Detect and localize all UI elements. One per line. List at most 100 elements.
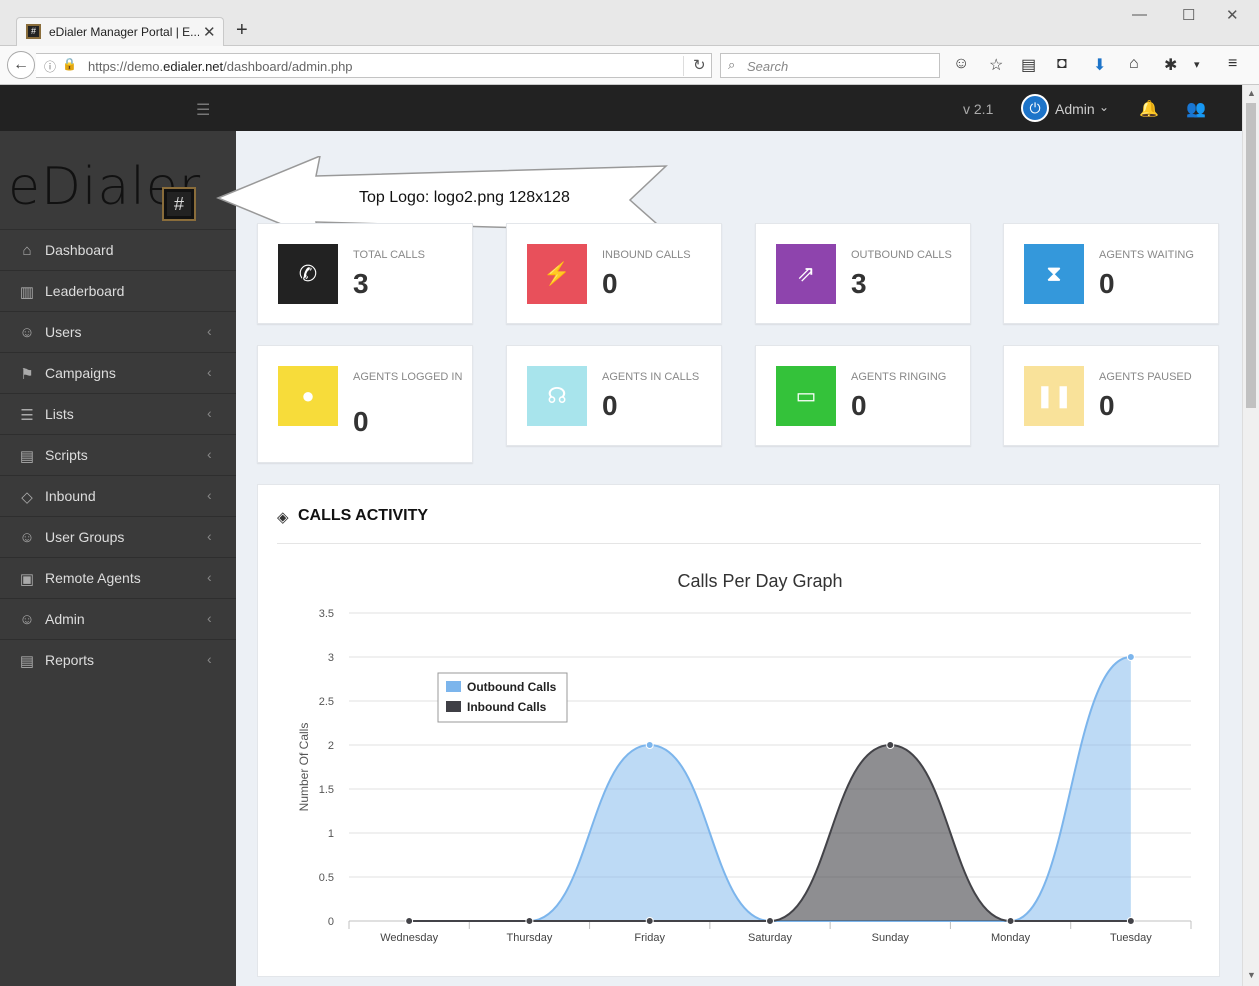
sidebar-item-inbound[interactable]: ◇ Inbound ‹ xyxy=(0,475,236,516)
chevron-left-icon: ‹ xyxy=(207,487,212,503)
download-icon[interactable]: ⬇ xyxy=(1093,55,1106,75)
external-link-icon: ⇗ xyxy=(776,244,836,304)
headset-icon: ☊ xyxy=(527,366,587,426)
sidebar-item-label: Reports xyxy=(45,652,95,668)
user-icon: ☺ xyxy=(19,324,35,341)
flag-icon: ⚑ xyxy=(20,366,34,383)
browser-tab[interactable]: # eDialer Manager Portal | E... ✕ xyxy=(16,17,224,46)
data-point xyxy=(766,917,774,925)
sidebar: eDialer # ⌂ Dashboard ▥ Leaderboard ☺ Users ‹ ⚑… xyxy=(0,131,236,986)
panel-title: CALLS ACTIVITY xyxy=(298,507,429,524)
new-tab-icon[interactable]: + xyxy=(236,19,248,42)
sidebar-menu: ⌂ Dashboard ▥ Leaderboard ☺ Users ‹ ⚑ Campaigns ‹… xyxy=(0,229,236,680)
stat-label: TOTAL CALLS xyxy=(353,249,425,261)
reading-list-icon[interactable]: ▤ xyxy=(1021,55,1036,75)
sidebar-item-scripts[interactable]: ▤ Scripts ‹ xyxy=(0,434,236,475)
menu-icon[interactable]: ≡ xyxy=(1228,55,1237,73)
layers-icon: ◈ xyxy=(277,509,289,526)
sidebar-item-admin[interactable]: ☺ Admin ‹ xyxy=(0,598,236,639)
scroll-thumb[interactable] xyxy=(1246,103,1256,408)
sidebar-item-leaderboard[interactable]: ▥ Leaderboard xyxy=(0,270,236,311)
y-tick-label: 0 xyxy=(328,916,334,928)
sidebar-item-label: Scripts xyxy=(45,447,88,463)
x-tick-label: Tuesday xyxy=(1110,932,1152,944)
close-window-icon[interactable]: ✕ xyxy=(1226,6,1239,24)
stat-value: 0 xyxy=(353,406,369,437)
sidebar-item-label: Dashboard xyxy=(45,242,114,258)
stat-card-inbound-calls: ⚡ INBOUND CALLS 0 xyxy=(506,223,722,324)
sidebar-item-label: Users xyxy=(45,324,82,340)
data-point xyxy=(1126,917,1135,925)
bell-icon[interactable]: 🔔 xyxy=(1139,99,1159,119)
sidebar-item-label: Inbound xyxy=(45,488,96,504)
reload-icon[interactable]: ↻ xyxy=(683,56,706,76)
url-text[interactable]: https://demo.edialer.net/dashboard/admin… xyxy=(88,59,353,74)
maximize-icon[interactable]: ☐ xyxy=(1182,6,1195,24)
power-avatar-icon[interactable]: ⏻ xyxy=(1021,94,1049,122)
back-icon[interactable]: ← xyxy=(7,51,35,79)
code-file-icon: ▤ xyxy=(19,448,35,465)
sidebar-item-campaigns[interactable]: ⚑ Campaigns ‹ xyxy=(0,352,236,393)
pocket-icon[interactable]: ◘ xyxy=(1057,55,1067,73)
stat-card-agents-in-calls: ☊ AGENTS IN CALLS 0 xyxy=(506,345,722,446)
user-menu[interactable]: Admin xyxy=(1055,101,1095,117)
tab-title: eDialer Manager Portal | E... xyxy=(49,25,199,39)
scroll-down-icon[interactable]: ▼ xyxy=(1247,970,1256,980)
legend-swatch xyxy=(446,701,461,712)
scroll-up-icon[interactable]: ▲ xyxy=(1247,88,1256,98)
minimize-icon[interactable]: — xyxy=(1132,6,1147,23)
sidebar-item-label: Remote Agents xyxy=(45,570,141,586)
y-tick-label: 0.5 xyxy=(319,872,334,884)
x-tick-label: Sunday xyxy=(872,932,910,944)
stat-card-agents-ringing: ▭ AGENTS RINGING 0 xyxy=(755,345,971,446)
annotation-text: Top Logo: logo2.png 128x128 xyxy=(359,189,570,206)
data-point xyxy=(645,917,654,925)
chevron-left-icon: ‹ xyxy=(207,446,212,462)
app-header: ☰ v 2.1 ⏻ Admin ⌄ 🔔 👥 xyxy=(0,85,1242,131)
search-bar[interactable]: ⌕ Search xyxy=(720,53,940,78)
addon-icon[interactable]: ✱ xyxy=(1164,55,1177,75)
user-icon: ● xyxy=(278,366,338,426)
sidebar-item-reports[interactable]: ▤ Reports ‹ xyxy=(0,639,236,680)
stat-label: INBOUND CALLS xyxy=(602,249,691,261)
chevron-left-icon: ‹ xyxy=(207,651,212,667)
report-icon: ▤ xyxy=(19,653,35,670)
y-tick-label: 3 xyxy=(328,652,334,664)
sidebar-toggle-icon[interactable]: ☰ xyxy=(196,100,210,120)
calls-per-day-chart: Calls Per Day Graph 0 0.5 1 1.5 2 2.5 3 3.5 Numbe… xyxy=(297,571,1192,944)
y-axis-label: Number Of Calls xyxy=(297,723,311,812)
url-bar[interactable]: ⓘ 🔒 https://demo.edialer.net/dashboard/a… xyxy=(36,53,712,78)
stat-card-agents-paused: ❚❚ AGENTS PAUSED 0 xyxy=(1003,345,1219,446)
sidebar-item-label: Campaigns xyxy=(45,365,116,381)
sidebar-item-remote-agents[interactable]: ▣ Remote Agents ‹ xyxy=(0,557,236,598)
pause-icon: ❚❚ xyxy=(1024,366,1084,426)
info-icon[interactable]: ⓘ xyxy=(44,58,56,75)
scrollbar[interactable]: ▲ ▼ xyxy=(1242,85,1259,986)
sidebar-item-user-groups[interactable]: ☺ User Groups ‹ xyxy=(0,516,236,557)
stat-card-outbound-calls: ⇗ OUTBOUND CALLS 3 xyxy=(755,223,971,324)
users-group-icon[interactable]: 👥 xyxy=(1186,99,1206,119)
chart-container: Calls Per Day Graph 0 0.5 1 1.5 2 2.5 3 3.5 Numbe… xyxy=(258,555,1221,965)
y-tick-label: 1.5 xyxy=(319,784,334,796)
stat-label: AGENTS RINGING xyxy=(851,371,947,383)
sidebar-item-dashboard[interactable]: ⌂ Dashboard xyxy=(0,229,236,270)
data-point xyxy=(525,917,534,925)
user-icon: ☺ xyxy=(19,529,35,546)
close-tab-icon[interactable]: ✕ xyxy=(203,23,216,41)
x-tick-label: Friday xyxy=(634,932,665,944)
home-icon[interactable]: ⌂ xyxy=(1129,55,1139,73)
stat-card-agents-logged-in: ● AGENTS LOGGED IN 0 xyxy=(257,345,473,463)
y-tick-label: 2 xyxy=(328,740,334,752)
sidebar-item-lists[interactable]: ☰ Lists ‹ xyxy=(0,393,236,434)
chevron-left-icon: ‹ xyxy=(207,569,212,585)
data-point xyxy=(886,741,895,749)
logo-mark: # xyxy=(162,187,196,221)
sidebar-item-users[interactable]: ☺ Users ‹ xyxy=(0,311,236,352)
dropdown-icon[interactable]: ▾ xyxy=(1194,58,1200,71)
diamond-icon: ◇ xyxy=(21,489,33,506)
extension-icon[interactable]: ☺ xyxy=(953,55,969,73)
bookmark-star-icon[interactable]: ☆ xyxy=(989,55,1003,75)
stat-value: 0 xyxy=(1099,390,1115,421)
sidebar-item-label: Admin xyxy=(45,611,85,627)
chevron-down-icon[interactable]: ⌄ xyxy=(1099,100,1109,114)
